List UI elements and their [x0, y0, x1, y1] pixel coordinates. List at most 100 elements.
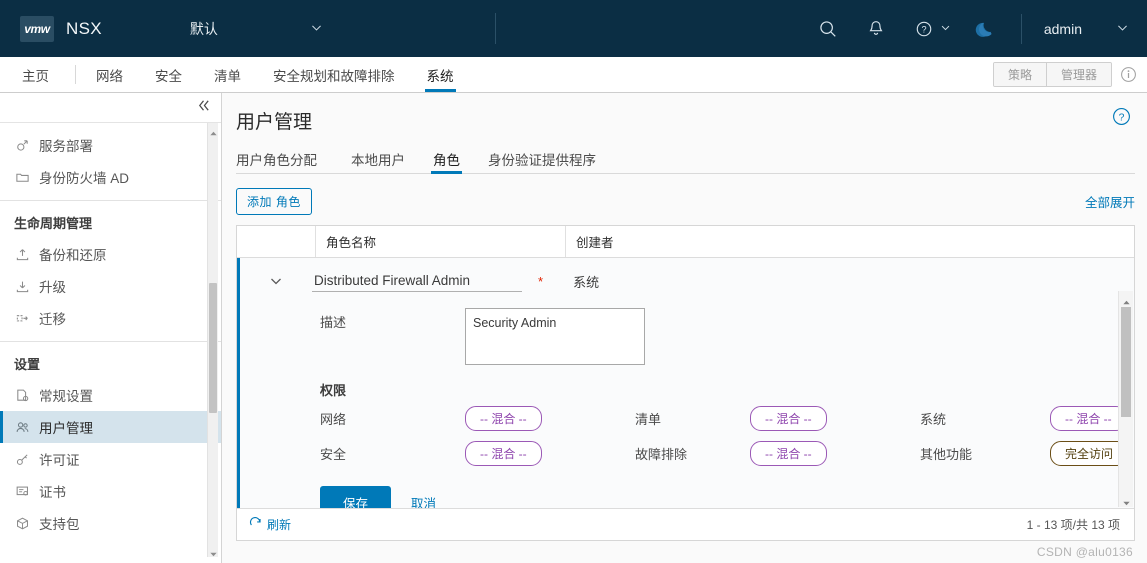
table-header-spacer — [237, 226, 315, 257]
sidebar-item-service-deployments[interactable]: 服务部署 — [0, 129, 221, 161]
scroll-up-arrow-icon[interactable] — [209, 125, 218, 136]
license-key-icon — [14, 451, 30, 467]
top-header-bar: vmw NSX 默认 ? admin — [0, 0, 1147, 57]
left-sidebar: 服务部署 身份防火墙 AD 生命周期管理 备份和还原 升级 迁移 设置 常规设置… — [0, 93, 222, 563]
nav-item-networking[interactable]: 网络 — [80, 57, 139, 92]
cancel-button[interactable]: 取消 — [411, 493, 436, 508]
tab-user-role-assignment[interactable]: 用户角色分配 — [236, 144, 337, 173]
save-button[interactable]: 保存 — [320, 486, 392, 508]
nav-item-system[interactable]: 系统 — [411, 57, 470, 92]
refresh-button[interactable]: 刷新 — [249, 516, 291, 533]
sidebar-section-settings: 设置 — [14, 357, 41, 372]
permission-value-inventory[interactable]: -- 混合 -- — [750, 406, 827, 431]
chevron-down-icon[interactable] — [240, 273, 312, 289]
bell-icon[interactable] — [863, 16, 889, 42]
scroll-down-arrow-icon[interactable] — [209, 546, 218, 557]
help-circle-icon[interactable]: ? — [1112, 107, 1131, 131]
app-body: 服务部署 身份防火墙 AD 生命周期管理 备份和还原 升级 迁移 设置 常规设置… — [0, 93, 1147, 563]
permission-label-security: 安全 — [320, 447, 347, 462]
permission-value-other-features[interactable]: 完全访问 — [1050, 441, 1129, 466]
refresh-label: 刷新 — [267, 518, 292, 532]
nav-item-security[interactable]: 安全 — [139, 57, 198, 92]
nsx-app-window: vmw NSX 默认 ? admin 主页 网络 安全 清单 安全规划和故障排除… — [0, 0, 1147, 563]
description-textarea[interactable] — [465, 308, 645, 365]
header-divider — [495, 13, 496, 44]
info-icon[interactable] — [1120, 66, 1137, 83]
tenant-selector[interactable]: 默认 — [190, 19, 323, 39]
user-name: admin — [1043, 20, 1082, 37]
vmware-logo-icon: vmw — [20, 15, 54, 42]
sidebar-scroll-area: 服务部署 身份防火墙 AD 生命周期管理 备份和还原 升级 迁移 设置 常规设置… — [0, 123, 221, 563]
sidebar-item-label: 支持包 — [39, 517, 80, 532]
permissions-title: 权限 — [320, 383, 347, 398]
sidebar-item-label: 常规设置 — [39, 389, 93, 404]
manager-mode-button[interactable]: 管理器 — [1045, 63, 1111, 86]
column-header-creator[interactable]: 创建者 — [565, 226, 805, 257]
sidebar-divider — [0, 341, 221, 342]
sidebar-item-licenses[interactable]: 许可证 — [0, 443, 221, 475]
sidebar-scrollbar[interactable] — [207, 123, 218, 557]
sidebar-scroll-thumb[interactable] — [209, 283, 217, 413]
chevron-down-icon — [1116, 21, 1129, 37]
permission-value-system[interactable]: -- 混合 -- — [1050, 406, 1127, 431]
table-scrollbar[interactable] — [1118, 291, 1133, 507]
nav-label: 清单 — [214, 68, 241, 84]
roles-table: 角色名称 创建者 * 系统 描 — [236, 225, 1135, 541]
header-divider — [1020, 13, 1022, 44]
sidebar-item-label: 服务部署 — [39, 139, 93, 154]
sidebar-item-identity-firewall-ad[interactable]: 身份防火墙 AD — [0, 161, 221, 193]
tab-roles[interactable]: 角色 — [419, 144, 474, 174]
user-menu[interactable]: admin — [1044, 21, 1133, 37]
nav-item-plan-troubleshoot[interactable]: 安全规划和故障排除 — [257, 57, 411, 92]
sidebar-item-backup-restore[interactable]: 备份和还原 — [0, 238, 221, 270]
certificate-icon — [14, 483, 30, 499]
folder-icon — [14, 169, 30, 185]
permissions-grid: 网络 -- 混合 -- 清单 -- 混合 -- 系统 -- 混合 -- 安全 -… — [240, 406, 1134, 466]
watermark: CSDN @alu0136 — [1036, 545, 1133, 559]
sidebar-item-migrate[interactable]: 迁移 — [0, 302, 221, 334]
table-row: * 系统 描述 权限 网络 -- 混合 -- 清单 -- 混合 -- — [237, 258, 1134, 508]
sidebar-item-general-settings[interactable]: 常规设置 — [0, 379, 221, 411]
chevron-down-icon — [310, 21, 323, 37]
brand-logo-group[interactable]: vmw NSX — [0, 15, 102, 42]
upgrade-icon — [14, 278, 30, 294]
permission-label-inventory: 清单 — [635, 412, 662, 427]
sidebar-collapse-button[interactable] — [0, 93, 221, 123]
tenant-label: 默认 — [189, 20, 218, 37]
nav-item-home[interactable]: 主页 — [0, 57, 71, 92]
expand-all-link[interactable]: 全部展开 — [1085, 192, 1135, 211]
permission-value-networking[interactable]: -- 混合 -- — [465, 406, 542, 431]
role-name-input[interactable] — [312, 270, 522, 292]
permission-value-security[interactable]: -- 混合 -- — [465, 441, 542, 466]
add-role-button[interactable]: 添加 角色 — [236, 187, 312, 215]
search-icon[interactable] — [815, 16, 841, 42]
sidebar-item-support-bundle[interactable]: 支持包 — [0, 507, 221, 539]
refresh-icon — [249, 516, 262, 533]
backup-icon — [14, 246, 30, 262]
scroll-up-arrow-icon[interactable] — [1122, 294, 1131, 305]
policy-mode-button[interactable]: 策略 — [993, 63, 1046, 86]
nav-item-inventory[interactable]: 清单 — [198, 57, 257, 92]
general-settings-icon — [14, 387, 30, 403]
table-scroll-thumb[interactable] — [1121, 307, 1131, 417]
nav-right-actions: 策略 管理器 — [992, 57, 1147, 92]
description-label: 描述 — [320, 315, 347, 330]
sidebar-item-user-management[interactable]: 用户管理 — [0, 411, 221, 443]
tab-local-users[interactable]: 本地用户 — [337, 144, 419, 173]
permission-value-troubleshooting[interactable]: -- 混合 -- — [750, 441, 827, 466]
sidebar-item-upgrade[interactable]: 升级 — [0, 270, 221, 302]
table-body: * 系统 描述 权限 网络 -- 混合 -- 清单 -- 混合 -- — [237, 258, 1134, 508]
scroll-down-arrow-icon[interactable] — [1122, 495, 1131, 506]
content-tabs: 用户角色分配 本地用户 角色 身份验证提供程序 — [236, 144, 1135, 174]
sidebar-item-certificates[interactable]: 证书 — [0, 475, 221, 507]
row-action-buttons: 保存 取消 — [240, 486, 1134, 508]
column-header-role-name[interactable]: 角色名称 — [315, 226, 565, 257]
tab-auth-providers[interactable]: 身份验证提供程序 — [474, 144, 610, 173]
dark-mode-icon[interactable] — [973, 16, 999, 42]
help-menu[interactable]: ? — [911, 16, 951, 42]
table-toolbar: 添加 角色 全部展开 — [236, 187, 1135, 215]
table-header-row: 角色名称 创建者 — [237, 226, 1134, 258]
nav-label: 系统 — [426, 68, 454, 84]
nav-label: 主页 — [22, 68, 49, 84]
sidebar-items: 服务部署 身份防火墙 AD 生命周期管理 备份和还原 升级 迁移 设置 常规设置… — [0, 123, 221, 539]
